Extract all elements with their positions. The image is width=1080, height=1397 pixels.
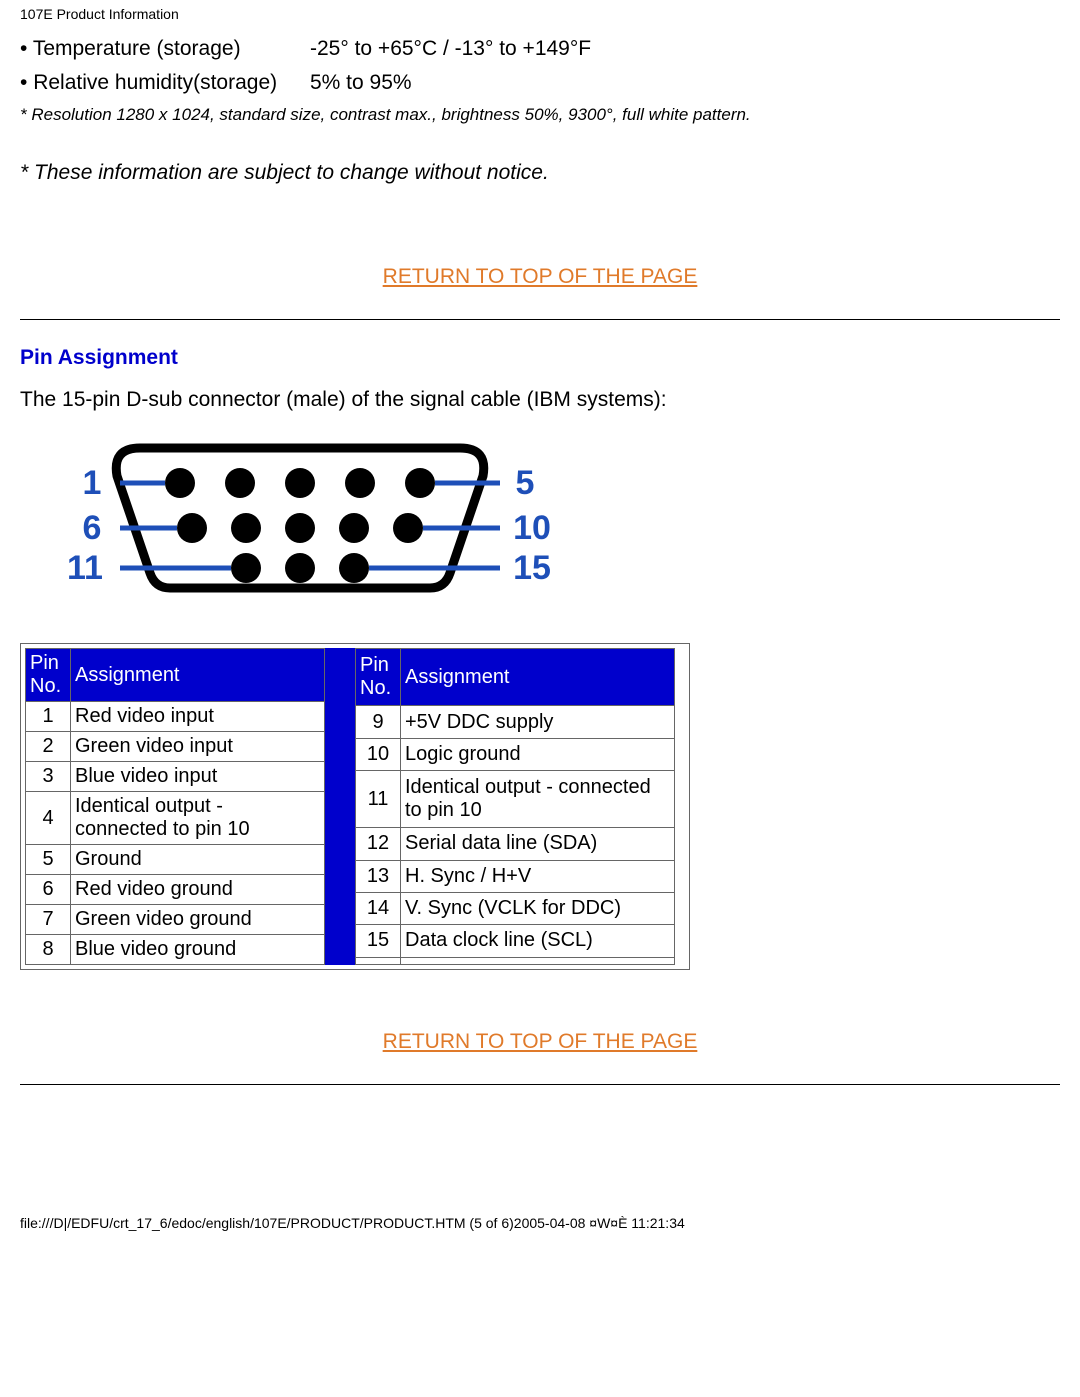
pin-label-10: 10 (513, 509, 551, 547)
table-row: 12Serial data line (SDA) (356, 828, 675, 860)
pin-label-1: 1 (83, 464, 102, 502)
return-top-link-wrap: RETURN TO TOP OF THE PAGE (20, 1030, 1060, 1054)
col-pin-no: Pin No. (356, 649, 401, 706)
table-row: 4Identical output - connected to pin 10 (26, 792, 325, 845)
table-row: 10Logic ground (356, 738, 675, 770)
table-row: 9+5V DDC supply (356, 706, 675, 738)
divider (20, 319, 1060, 320)
table-row: 2Green video input (26, 732, 325, 762)
page-footer: file:///D|/EDFU/crt_17_6/edoc/english/10… (20, 1205, 1060, 1239)
table-header-row: Pin No. Assignment (26, 649, 325, 702)
pin-label-5: 5 (516, 464, 535, 502)
spec-value: -25° to +65°C / -13° to +149°F (310, 32, 1060, 66)
connector-diagram: 1 5 6 10 11 15 (20, 428, 1060, 613)
pin-table: Pin No. Assignment 1Red video input 2Gre… (20, 643, 690, 970)
pin-assignment-text: The 15-pin D-sub connector (male) of the… (20, 388, 1060, 412)
spec-value: 5% to 95% (310, 66, 1060, 100)
spec-list: Temperature (storage) -25° to +65°C / -1… (20, 32, 1060, 99)
table-row: 3Blue video input (26, 762, 325, 792)
col-pin-no: Pin No. (26, 649, 71, 702)
footnote-disclaimer: * These information are subject to chang… (20, 161, 1060, 185)
col-assignment: Assignment (401, 649, 675, 706)
pin-label-6: 6 (83, 509, 102, 547)
table-divider (325, 648, 355, 965)
col-assignment: Assignment (71, 649, 325, 702)
pin-label-15: 15 (513, 549, 551, 587)
return-top-link-wrap: RETURN TO TOP OF THE PAGE (20, 265, 1060, 289)
spec-row: Relative humidity(storage) 5% to 95% (20, 66, 1060, 100)
pin-label-11: 11 (67, 549, 103, 587)
table-row: 15Data clock line (SCL) (356, 925, 675, 957)
table-row: 11Identical output - connected to pin 10 (356, 771, 675, 828)
spec-label: Temperature (storage) (20, 32, 310, 66)
table-header-row: Pin No. Assignment (356, 649, 675, 706)
table-row: 14V. Sync (VCLK for DDC) (356, 892, 675, 924)
pin-table-left: Pin No. Assignment 1Red video input 2Gre… (25, 648, 325, 965)
spec-label: Relative humidity(storage) (20, 66, 310, 100)
table-row: 5Ground (26, 845, 325, 875)
table-row: 1Red video input (26, 702, 325, 732)
spec-row: Temperature (storage) -25° to +65°C / -1… (20, 32, 1060, 66)
return-top-link[interactable]: RETURN TO TOP OF THE PAGE (383, 265, 698, 288)
table-row: 7Green video ground (26, 905, 325, 935)
pin-assignment-heading: Pin Assignment (20, 346, 1060, 370)
footnote-resolution: * Resolution 1280 x 1024, standard size,… (20, 105, 1060, 125)
table-row: 6Red video ground (26, 875, 325, 905)
pin-table-right: Pin No. Assignment 9+5V DDC supply 10Log… (355, 648, 675, 965)
divider (20, 1084, 1060, 1085)
table-row: 8Blue video ground (26, 935, 325, 965)
table-row (356, 957, 675, 965)
return-top-link[interactable]: RETURN TO TOP OF THE PAGE (383, 1030, 698, 1053)
page-header: 107E Product Information (20, 0, 1060, 26)
table-row: 13H. Sync / H+V (356, 860, 675, 892)
